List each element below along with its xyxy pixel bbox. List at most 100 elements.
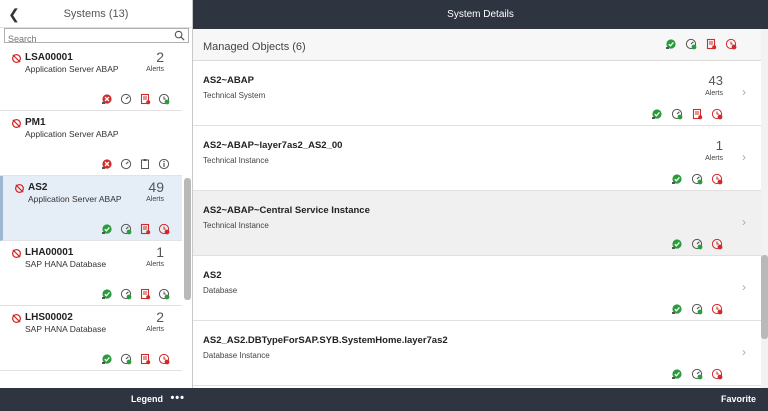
alert-count: 49 — [148, 179, 164, 195]
red-clock-icon[interactable] — [711, 303, 723, 315]
list-item[interactable]: PM1 Application Server ABAP — [0, 111, 182, 176]
red-document-icon[interactable] — [139, 93, 151, 105]
object-type: Technical Instance — [203, 221, 269, 230]
list-item[interactable]: LHA00001 SAP HANA Database 1 Alerts — [0, 241, 182, 306]
system-type: SAP HANA Database — [25, 259, 107, 269]
object-title: AS2~ABAP~Central Service Instance — [203, 205, 370, 216]
detail-footer: Favorite — [193, 388, 768, 411]
green-gauge-icon[interactable] — [691, 303, 703, 315]
green-circle-check-icon[interactable] — [671, 368, 683, 380]
green-circle-check-icon[interactable] — [665, 38, 677, 50]
red-clock-icon[interactable] — [711, 108, 723, 120]
green-gauge-icon[interactable] — [120, 353, 132, 365]
managed-object-row[interactable]: AS2 Database › — [193, 256, 761, 321]
details-scrollbar[interactable] — [761, 255, 768, 339]
alerts-label: Alerts — [146, 196, 164, 203]
details-header: System Details — [193, 0, 768, 29]
chevron-right-icon[interactable]: › — [742, 280, 746, 294]
green-check-clock-icon[interactable] — [158, 93, 170, 105]
green-gauge-icon[interactable] — [691, 368, 703, 380]
red-circle-x-icon[interactable] — [101, 93, 113, 105]
system-name: PM1 — [25, 117, 46, 128]
gauge-icon[interactable] — [120, 158, 132, 170]
system-type: Application Server ABAP — [25, 129, 119, 139]
clipboard-icon[interactable] — [139, 158, 151, 170]
systems-scrollbar[interactable] — [184, 178, 191, 300]
managed-object-row[interactable]: AS2~ABAP~Central Service Instance Techni… — [193, 191, 761, 256]
system-status-icon — [15, 184, 24, 193]
status-icons — [101, 353, 170, 365]
list-item[interactable]: LHS00002 SAP HANA Database 2 Alerts — [0, 306, 182, 371]
red-document-icon[interactable] — [705, 38, 717, 50]
list-item[interactable]: LSA00001 Application Server ABAP 2 Alert… — [0, 46, 182, 111]
status-icons — [101, 158, 170, 170]
system-name: AS2 — [28, 182, 48, 193]
object-title: AS2~ABAP~layer7as2_AS2_00 — [203, 140, 343, 151]
green-gauge-icon[interactable] — [120, 223, 132, 235]
status-icons — [671, 173, 723, 185]
managed-object-row[interactable]: AS2~ABAP~layer7as2_AS2_00 Technical Inst… — [193, 126, 761, 191]
green-circle-check-icon[interactable] — [101, 223, 113, 235]
status-icons — [671, 368, 723, 380]
green-circle-check-icon[interactable] — [671, 173, 683, 185]
green-gauge-icon[interactable] — [691, 173, 703, 185]
object-type: Database Instance — [203, 351, 270, 360]
system-status-icon — [12, 314, 21, 323]
system-status-icon — [12, 249, 21, 258]
red-clock-icon[interactable] — [725, 38, 737, 50]
info-icon[interactable] — [158, 158, 170, 170]
red-circle-x-icon[interactable] — [101, 158, 113, 170]
green-circle-check-icon[interactable] — [671, 303, 683, 315]
more-button[interactable]: ••• — [170, 392, 185, 404]
red-clock-icon[interactable] — [158, 223, 170, 235]
green-check-clock-icon[interactable] — [158, 288, 170, 300]
green-circle-check-icon[interactable] — [671, 238, 683, 250]
search-field[interactable] — [4, 28, 189, 46]
managed-objects-list: AS2~ABAP Technical System 43 Alerts › AS… — [193, 61, 761, 388]
chevron-right-icon[interactable]: › — [742, 150, 746, 164]
red-clock-icon[interactable] — [158, 353, 170, 365]
favorite-button[interactable]: Favorite — [721, 394, 756, 404]
status-icons — [671, 303, 723, 315]
red-document-icon[interactable] — [139, 288, 151, 300]
search-input[interactable] — [5, 32, 170, 46]
alert-count: 1 — [156, 244, 164, 260]
legend-button[interactable]: Legend — [131, 394, 163, 404]
managed-object-row[interactable]: AS2~ABAP Technical System 43 Alerts › — [193, 61, 761, 126]
red-clock-icon[interactable] — [711, 368, 723, 380]
green-circle-check-icon[interactable] — [101, 353, 113, 365]
red-document-icon[interactable] — [691, 108, 703, 120]
system-status-icon — [12, 54, 21, 63]
systems-panel: ❮ Systems (13) LSA00001 Application Serv… — [0, 0, 193, 411]
alert-count: 2 — [156, 309, 164, 325]
alerts-label: Alerts — [146, 261, 164, 268]
systems-title: Systems (13) — [63, 8, 129, 20]
red-document-icon[interactable] — [139, 353, 151, 365]
chevron-right-icon[interactable]: › — [742, 345, 746, 359]
alerts-label: Alerts — [146, 326, 164, 333]
list-item[interactable]: AS2 Application Server ABAP 49 Alerts — [0, 176, 182, 241]
green-gauge-icon[interactable] — [120, 288, 132, 300]
red-clock-icon[interactable] — [711, 173, 723, 185]
object-title: AS2~ABAP — [203, 75, 254, 86]
alerts-label: Alerts — [705, 90, 723, 97]
system-type: SAP HANA Database — [25, 324, 107, 334]
chevron-right-icon[interactable]: › — [742, 85, 746, 99]
green-circle-check-icon[interactable] — [651, 108, 663, 120]
green-gauge-icon[interactable] — [671, 108, 683, 120]
green-circle-check-icon[interactable] — [101, 288, 113, 300]
header-filter-icons — [665, 38, 737, 50]
gauge-icon[interactable] — [120, 93, 132, 105]
system-name: LSA00001 — [25, 52, 73, 63]
green-gauge-icon[interactable] — [691, 238, 703, 250]
search-icon[interactable] — [174, 30, 185, 41]
red-clock-icon[interactable] — [711, 238, 723, 250]
red-document-icon[interactable] — [139, 223, 151, 235]
system-details-panel: System Details Managed Objects (6) AS2~A… — [193, 0, 768, 411]
object-type: Technical System — [203, 91, 266, 100]
alert-count: 1 — [715, 138, 723, 153]
managed-object-row[interactable]: AS2_AS2.DBTypeForSAP.SYB.SystemHome.laye… — [193, 321, 761, 386]
green-gauge-icon[interactable] — [685, 38, 697, 50]
status-icons — [101, 93, 170, 105]
chevron-right-icon[interactable]: › — [742, 215, 746, 229]
